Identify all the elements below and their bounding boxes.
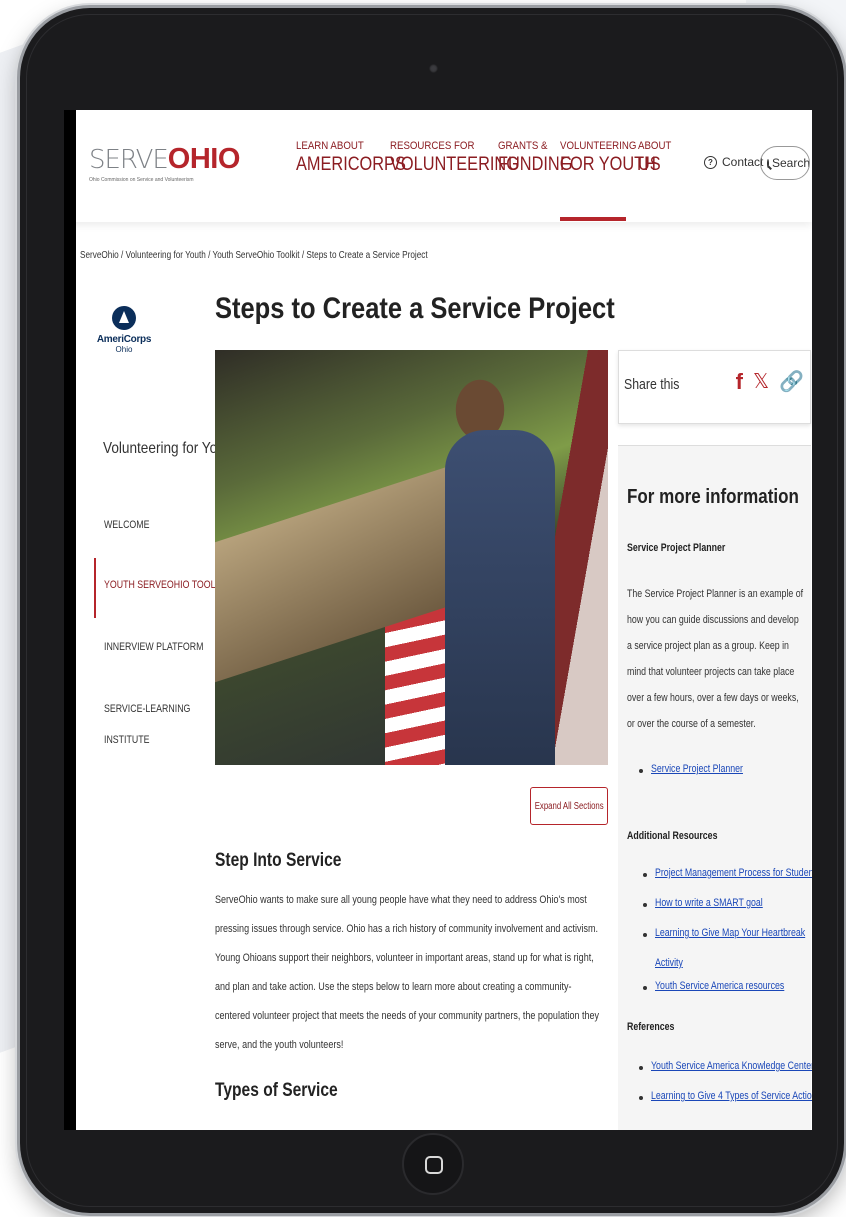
nav-grants-funding[interactable]: GRANTS & FUNDING [498, 140, 573, 176]
sidebar-active-indicator [94, 558, 96, 618]
nav-learn-americorps[interactable]: LEARN ABOUT AMERICORPS [296, 140, 406, 176]
facebook-icon[interactable]: f [736, 371, 743, 393]
bullet [643, 903, 647, 907]
sidebar-item-toolkit[interactable]: YOUTH SERVEOHIO TOOLKIT [104, 575, 229, 596]
search-label: Search [772, 156, 810, 170]
hero-image [215, 350, 608, 765]
search-button[interactable]: Search [760, 146, 810, 180]
share-box: Share this f 𝕏 🔗 [618, 350, 811, 424]
logo-serve-text: SERVE [89, 145, 169, 175]
nav-volunteering-youth[interactable]: VOLUNTEERING FOR YOUTH [560, 140, 656, 221]
share-label: Share this [624, 376, 680, 393]
expand-all-button[interactable]: Expand All Sections [530, 787, 608, 825]
logo-tagline: Ohio Commission on Service and Volunteer… [89, 177, 194, 183]
americorps-state: Ohio [115, 345, 133, 354]
planner-text: The Service Project Planner is an exampl… [627, 588, 804, 730]
nav-about-us[interactable]: ABOUT US [638, 140, 672, 176]
expand-all-label: Expand All Sections [534, 800, 604, 812]
search-icon [767, 158, 769, 168]
section-title: Step Into Service [215, 850, 342, 871]
contact-label: Contact [722, 155, 764, 169]
resource-link[interactable]: Activity [655, 954, 683, 974]
references-title: References [627, 1021, 675, 1033]
nav-big-label: FUNDING [498, 154, 573, 175]
reference-link[interactable]: Youth Service America Knowledge Center [651, 1057, 812, 1077]
camera-dot [429, 64, 438, 73]
section-title: Types of Service [215, 1080, 338, 1101]
americorps-ohio-logo: AmeriCorps Ohio [94, 306, 154, 354]
nav-small-label: GRANTS & [498, 140, 548, 152]
resource-link[interactable]: Learning to Give Map Your Heartbreak [655, 924, 805, 944]
bullet [639, 769, 643, 773]
resource-link[interactable]: How to write a SMART goal [655, 894, 763, 914]
bullet [643, 933, 647, 937]
sidebar-item-innerview[interactable]: INNERVIEW PLATFORM [104, 637, 203, 658]
planner-link[interactable]: Service Project Planner [651, 760, 743, 780]
nav-resources-volunteering[interactable]: RESOURCES FOR VOLUNTEERING [390, 140, 519, 176]
browser-screen: SERVEOHIO Ohio Commission on Service and… [64, 110, 812, 1130]
home-square-icon [425, 1156, 443, 1174]
page-title: Steps to Create a Service Project [215, 292, 615, 325]
contact-link[interactable]: ? Contact [704, 155, 763, 169]
nav-small-label: ABOUT [638, 140, 672, 152]
bullet [639, 1066, 643, 1070]
nav-big-label: US [638, 154, 661, 175]
section-body: ServeOhio wants to make sure all young p… [215, 894, 600, 1051]
more-info-panel: For more information Service Project Pla… [618, 445, 812, 1130]
nav-small-label: VOLUNTEERING [560, 140, 637, 152]
nav-big-label: VOLUNTEERING [390, 154, 519, 175]
sidebar-item-service-learning[interactable]: SERVICE-LEARNING [104, 699, 190, 720]
share-icons: f 𝕏 🔗 [736, 371, 804, 393]
home-button[interactable] [402, 1133, 464, 1195]
logo-ohio-text: OHIO [167, 143, 241, 175]
link-icon[interactable]: 🔗 [779, 371, 804, 393]
nav-small-label: LEARN ABOUT [296, 140, 364, 152]
breadcrumb[interactable]: ServeOhio / Volunteering for Youth / You… [80, 250, 428, 261]
info-heading: For more information [627, 486, 799, 508]
resource-link[interactable]: Youth Service America resources [655, 977, 784, 997]
planner-title: Service Project Planner [627, 542, 726, 554]
americorps-mark-icon [112, 306, 136, 330]
bullet [639, 1096, 643, 1100]
serveohio-logo[interactable]: SERVEOHIO Ohio Commission on Service and… [89, 143, 241, 184]
nav-small-label: RESOURCES FOR [390, 140, 475, 152]
sidebar-item-institute[interactable]: INSTITUTE [104, 730, 149, 751]
sidebar-item-welcome[interactable]: WELCOME [104, 515, 149, 536]
nav-big-label: AMERICORPS [296, 154, 406, 175]
bullet [643, 873, 647, 877]
additional-title: Additional Resources [627, 830, 718, 842]
americorps-name: AmeriCorps [96, 334, 152, 345]
reference-link[interactable]: Learning to Give 4 Types of Service Acti… [651, 1087, 812, 1107]
screen-bezel-edge [64, 110, 76, 1130]
bullet [643, 986, 647, 990]
question-icon: ? [704, 155, 717, 169]
nav-big-label: FOR YOUTH [560, 154, 656, 175]
site-header: SERVEOHIO Ohio Commission on Service and… [64, 110, 812, 222]
main-nav: LEARN ABOUT AMERICORPS RESOURCES FOR VOL… [296, 140, 678, 221]
resource-link[interactable]: Project Management Process for Students [655, 864, 812, 884]
x-icon[interactable]: 𝕏 [753, 371, 769, 393]
